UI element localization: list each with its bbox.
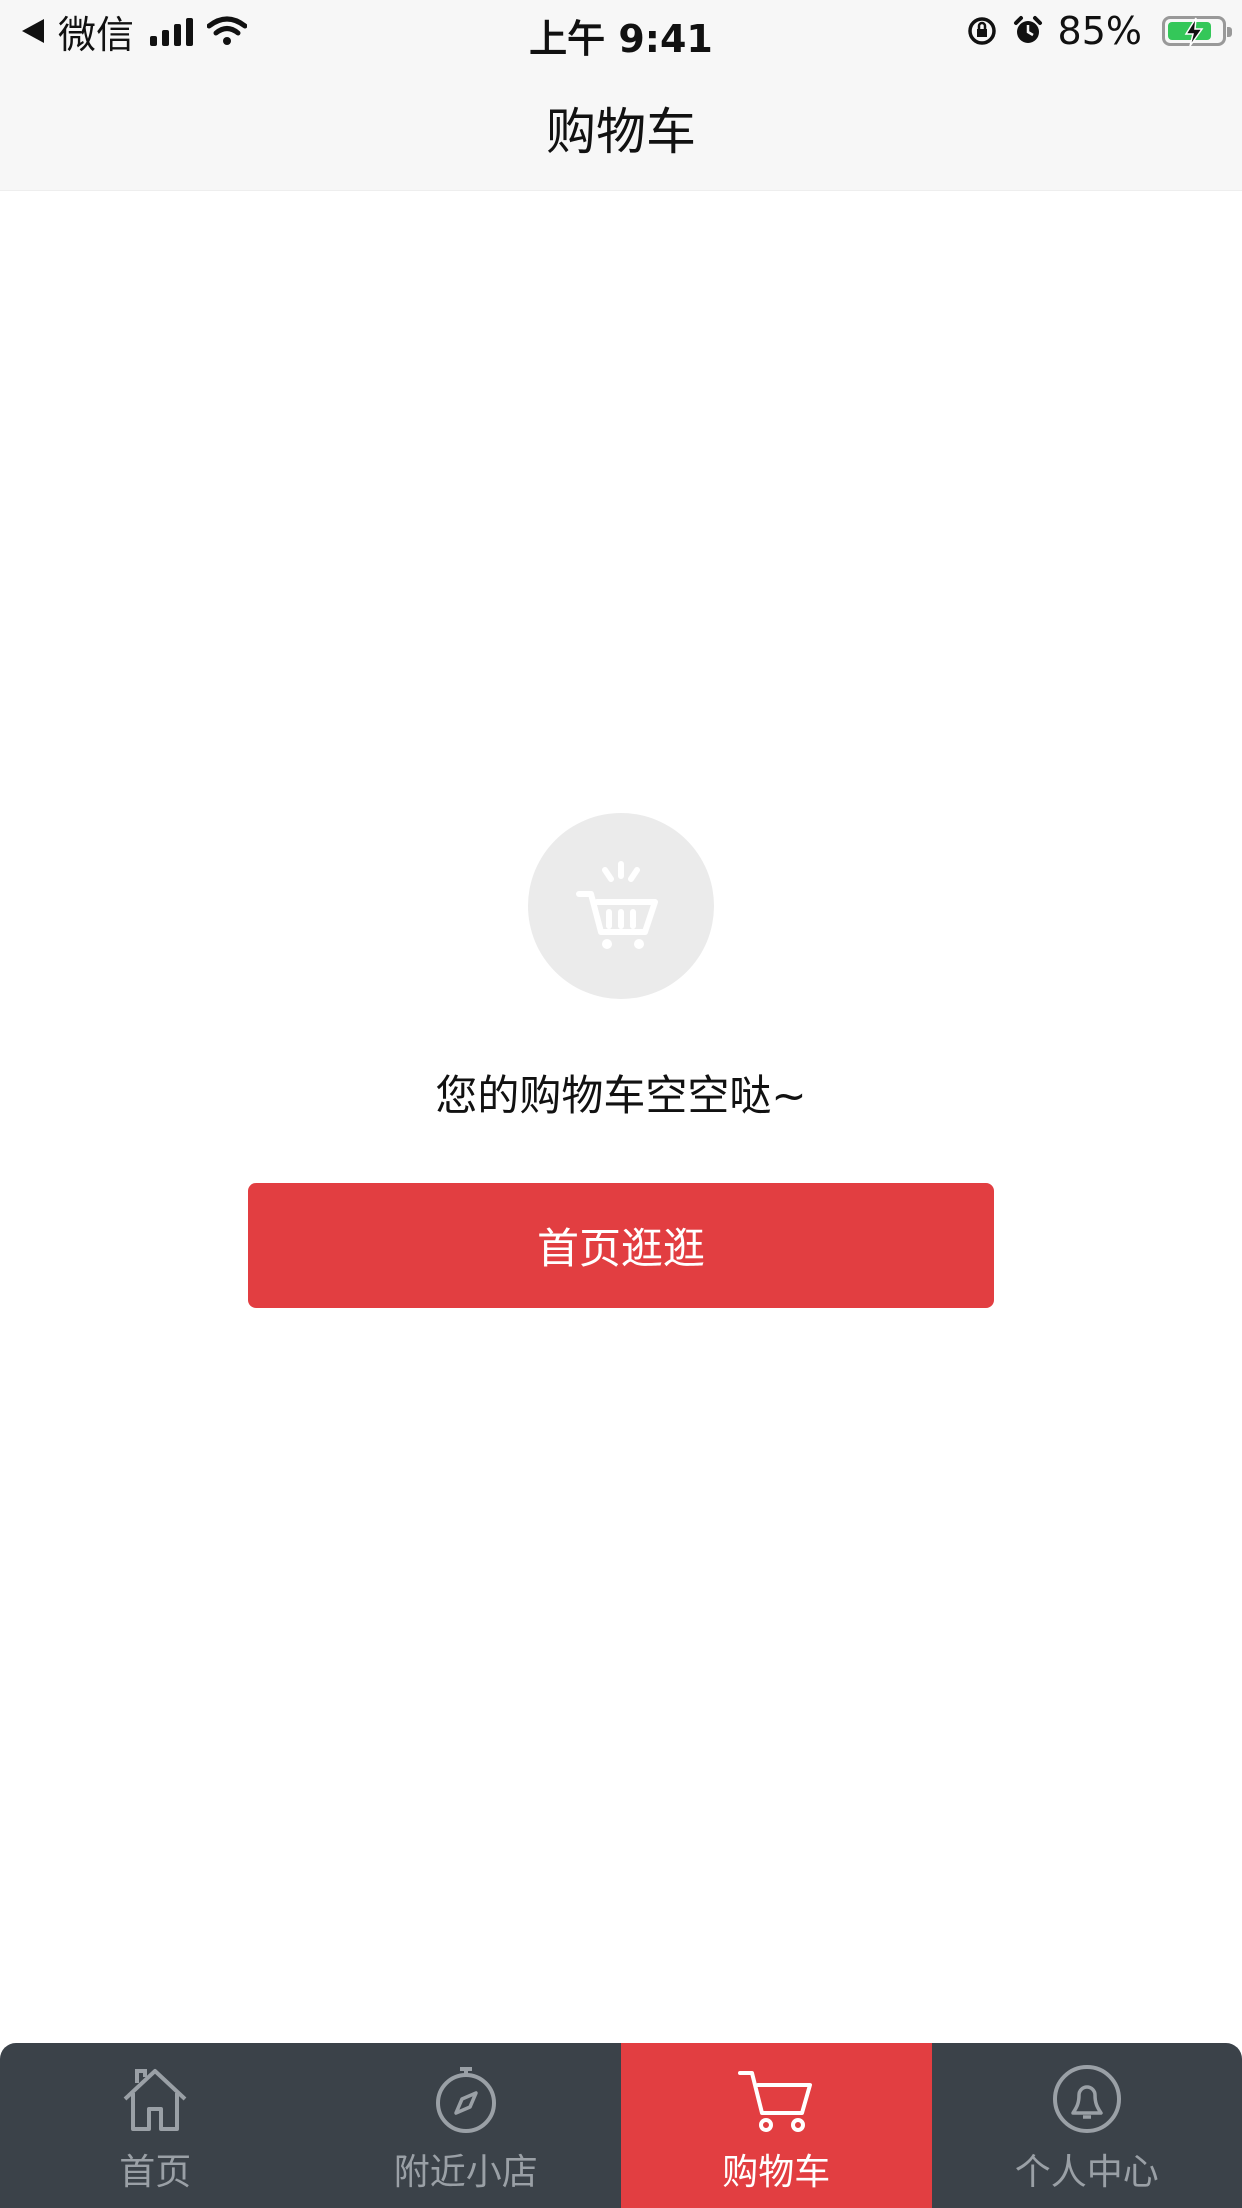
- page-title: 购物车: [546, 103, 696, 161]
- tab-home[interactable]: 首页: [0, 2043, 311, 2208]
- tab-label: 个人中心: [1014, 2152, 1159, 2193]
- tab-label: 首页: [119, 2152, 192, 2193]
- tab-label: 附近小店: [393, 2152, 538, 2193]
- cart-icon: [576, 861, 658, 949]
- nav-bar: 购物车: [0, 62, 1242, 191]
- tab-cart[interactable]: 购物车: [621, 2043, 932, 2208]
- tab-profile[interactable]: 个人中心: [932, 2043, 1242, 2208]
- alarm-icon: [1013, 16, 1042, 43]
- status-right: 85%: [966, 8, 1232, 54]
- empty-cart-message: 您的购物车空空哒~: [435, 1071, 807, 1120]
- battery-percent: 85%: [1057, 9, 1142, 53]
- empty-cart-illustration: [528, 813, 714, 999]
- status-bar: 微信 上午 9:41 85%: [0, 0, 1242, 62]
- battery-icon: [1162, 16, 1232, 47]
- tab-bar: 首页 附近小店 购物车 个人中心: [0, 2043, 1242, 2208]
- tab-nearby-shops[interactable]: 附近小店: [311, 2043, 622, 2208]
- cart-icon: [738, 2061, 814, 2137]
- home-icon: [117, 2061, 193, 2137]
- user-icon: [1049, 2061, 1125, 2137]
- tab-label: 购物车: [722, 2152, 831, 2193]
- browse-home-button[interactable]: 首页逛逛: [248, 1183, 994, 1308]
- rotation-lock-icon: [967, 17, 996, 45]
- compass-icon: [428, 2061, 504, 2137]
